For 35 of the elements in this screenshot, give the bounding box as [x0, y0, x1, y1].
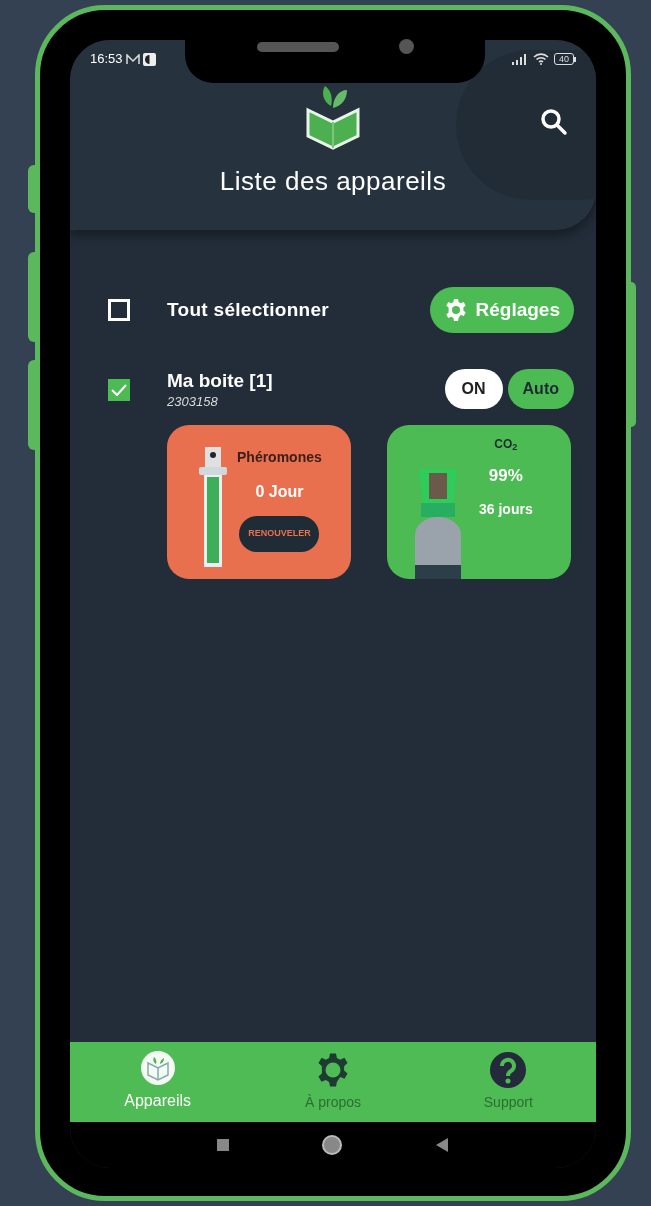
status-time: 16:53 [90, 50, 123, 69]
side-button[interactable] [28, 165, 35, 213]
renew-button[interactable]: RENOUVELER [239, 516, 320, 552]
settings-button[interactable]: Réglages [429, 287, 574, 333]
nav-tab[interactable]: Support [438, 1042, 579, 1122]
card-title: CO$_{2}$ [494, 436, 518, 453]
help-icon [490, 1051, 527, 1088]
battery-indicator: 40 [554, 53, 576, 65]
book-icon [140, 1051, 175, 1085]
days-remaining: 0 Jour [255, 482, 304, 502]
camera-lens [398, 39, 414, 54]
mail-icon [125, 53, 140, 65]
device-serial: 2303158 [167, 393, 219, 411]
device-checkbox[interactable] [108, 379, 130, 401]
select-all-checkbox[interactable] [108, 299, 130, 321]
fill-percentage: 99% [488, 465, 523, 487]
home-icon[interactable] [322, 1135, 342, 1155]
side-button[interactable] [28, 360, 35, 450]
select-all-label: Tout sélectionner [167, 297, 330, 322]
nav-tab[interactable]: Appareils [87, 1042, 228, 1122]
gear-icon [443, 298, 468, 322]
signal-icon [512, 53, 528, 65]
days-remaining: 36 jours [479, 499, 533, 519]
side-button[interactable] [28, 252, 35, 342]
recents-icon[interactable] [216, 1139, 229, 1151]
back-icon[interactable] [435, 1137, 450, 1153]
nav-tab[interactable]: À propos [263, 1042, 403, 1122]
app-icon [142, 52, 156, 66]
card-title: Phéromones [237, 448, 322, 467]
search-icon[interactable] [540, 108, 568, 136]
wifi-icon [533, 53, 549, 65]
mode-button[interactable]: Auto [507, 369, 574, 409]
power-toggle[interactable]: ON [444, 369, 503, 409]
device-name: Ma boite [1] [167, 369, 273, 393]
screen-title: Liste des appareils [219, 165, 447, 198]
